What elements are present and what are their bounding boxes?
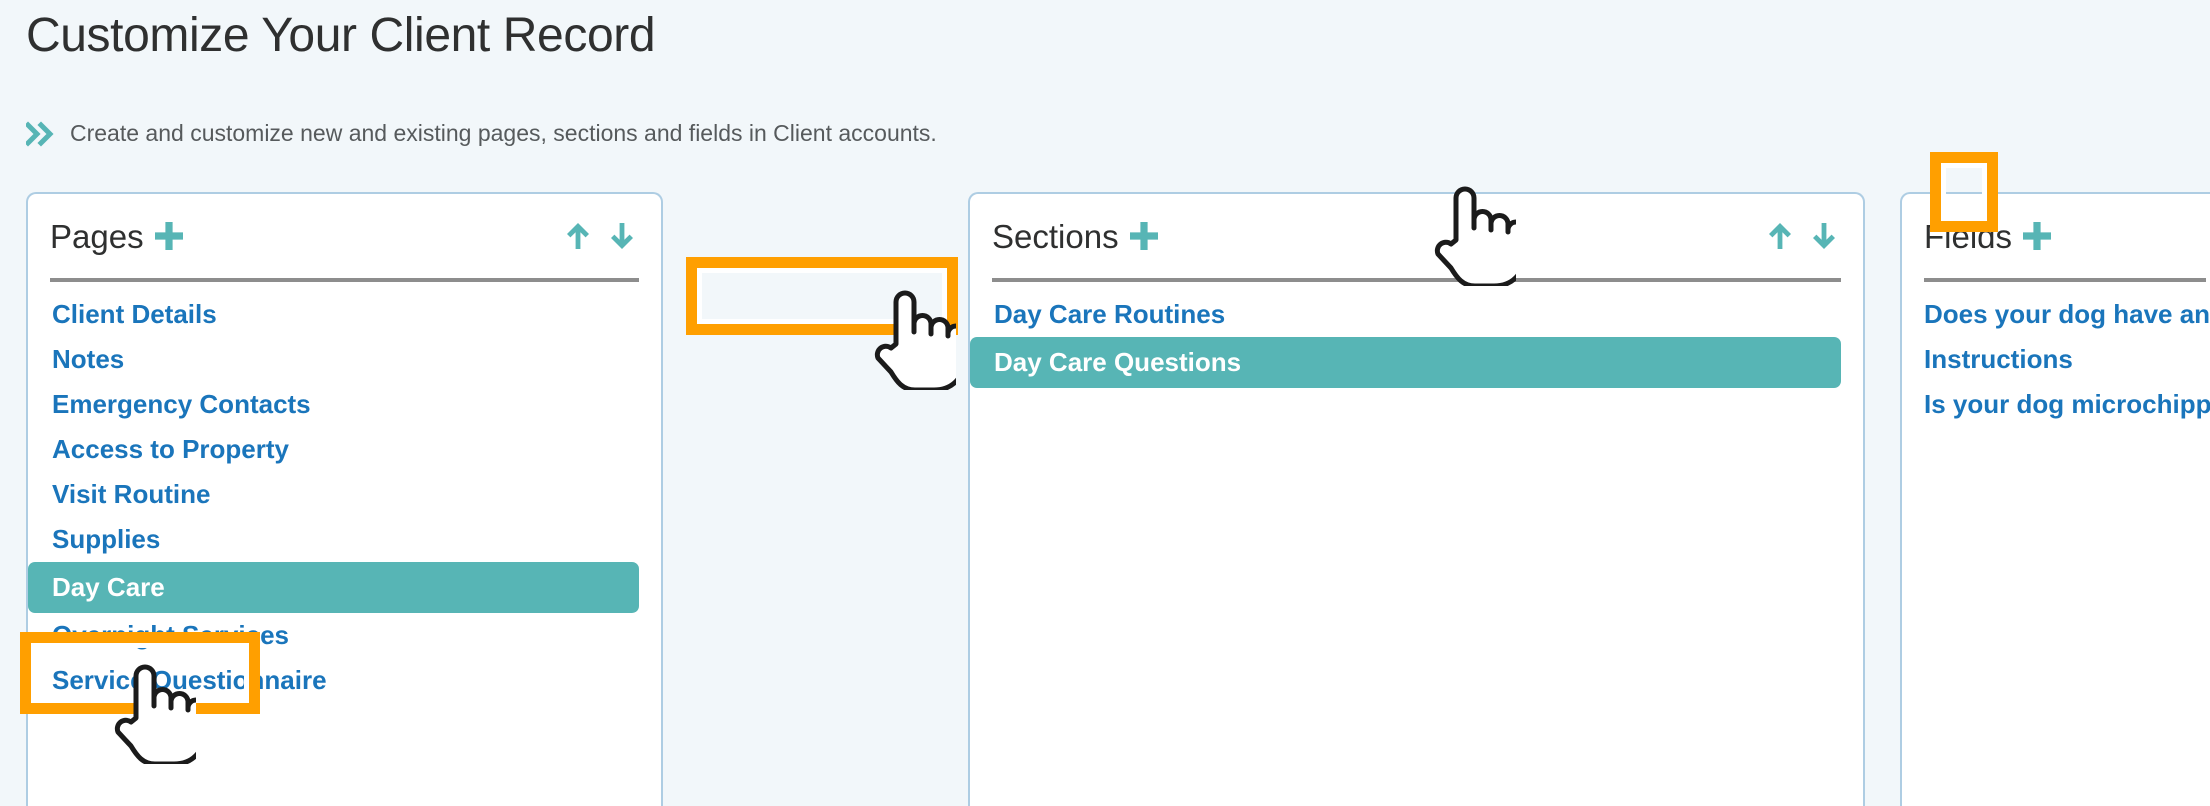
page-subtitle-row: Create and customize new and existing pa… — [24, 120, 937, 147]
double-chevron-right-icon — [24, 120, 56, 147]
panels-container: Pages Client Details Notes Emergency Con… — [0, 192, 2210, 806]
list-item[interactable]: Overnight Services — [28, 613, 661, 658]
list-item[interactable]: Day Care Routines — [970, 292, 1863, 337]
list-item[interactable]: Visit Routine — [28, 472, 661, 517]
list-item-selected[interactable]: Day Care Questions — [970, 337, 1841, 388]
panel-sections: Sections Day Care Routines Day Care Ques… — [968, 192, 1865, 806]
list-item[interactable]: Instructions — [1902, 337, 2210, 382]
panel-pages-title: Pages — [50, 217, 144, 255]
list-item[interactable]: Does your dog have any allergies? — [1902, 292, 2210, 337]
list-item[interactable]: Emergency Contacts — [28, 382, 661, 427]
page-title: Customize Your Client Record — [26, 9, 656, 62]
panel-fields: Fields Does your dog have any allergies?… — [1900, 192, 2210, 806]
arrow-down-icon[interactable] — [607, 218, 637, 254]
panel-fields-list: Does your dog have any allergies? Instru… — [1902, 282, 2210, 427]
panel-pages-sort-controls — [563, 218, 637, 254]
list-item[interactable]: Notes — [28, 337, 661, 382]
arrow-down-icon[interactable] — [1809, 218, 1839, 254]
panel-pages-list: Client Details Notes Emergency Contacts … — [28, 282, 661, 703]
plus-icon[interactable] — [2018, 217, 2056, 255]
list-item[interactable]: Service Questionnaire — [28, 658, 661, 703]
panel-pages: Pages Client Details Notes Emergency Con… — [26, 192, 663, 806]
panel-sections-header: Sections — [970, 194, 1863, 278]
panel-sections-sort-controls — [1765, 218, 1839, 254]
panel-sections-title: Sections — [992, 217, 1119, 255]
list-item[interactable]: Is your dog microchipped? — [1902, 382, 2210, 427]
list-item[interactable]: Supplies — [28, 517, 661, 562]
panel-fields-title: Fields — [1924, 217, 2013, 255]
page-subtitle: Create and customize new and existing pa… — [70, 120, 937, 146]
list-item[interactable]: Client Details — [28, 292, 661, 337]
plus-icon[interactable] — [150, 217, 188, 255]
arrow-up-icon[interactable] — [1765, 218, 1795, 254]
panel-fields-header: Fields — [1902, 194, 2210, 278]
panel-sections-list: Day Care Routines Day Care Questions — [970, 282, 1863, 388]
list-item[interactable]: Access to Property — [28, 427, 661, 472]
plus-icon[interactable] — [1125, 217, 1163, 255]
arrow-up-icon[interactable] — [563, 218, 593, 254]
list-item-selected[interactable]: Day Care — [28, 562, 639, 613]
panel-pages-header: Pages — [28, 194, 661, 278]
